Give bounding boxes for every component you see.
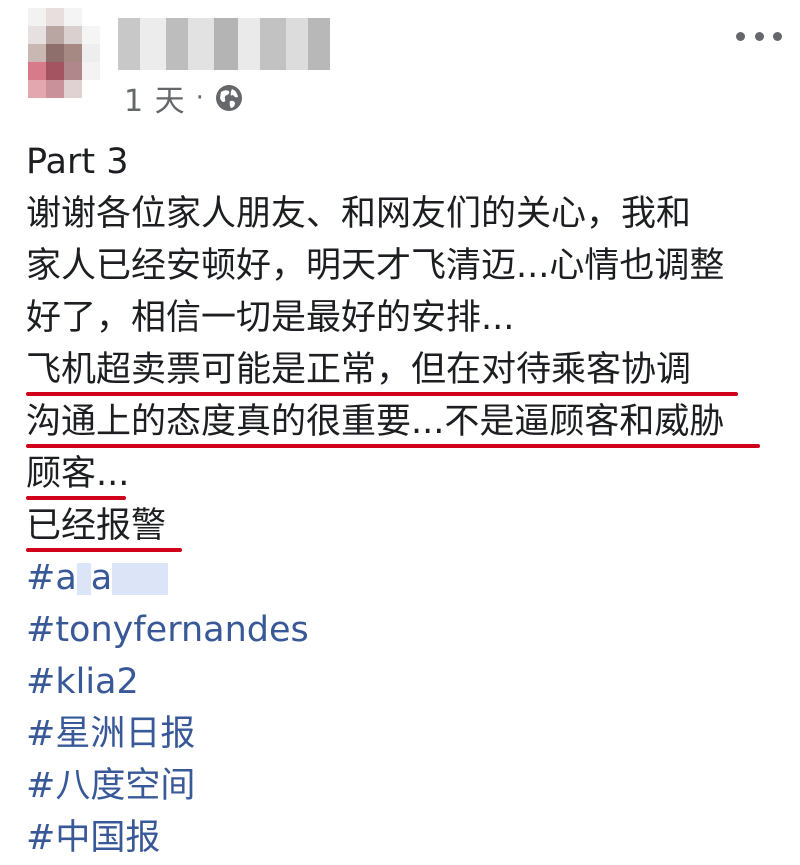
hashtag-text: a [90, 558, 113, 598]
redacted-block [112, 563, 169, 595]
post-meta: 1 天 · [124, 76, 244, 120]
hashtag-link[interactable]: #星洲日报 [26, 708, 786, 760]
hashtag-link[interactable]: #中国报 [26, 812, 786, 864]
hashtag-link[interactable]: #tonyfernandes [26, 604, 786, 656]
hashtag-link[interactable]: #八度空间 [26, 760, 786, 812]
underlined-line: 已经报警 [26, 500, 786, 552]
author-name-blurred[interactable] [118, 18, 330, 70]
underlined-line: 沟通上的态度真的很重要...不是逼顾客和威胁 [26, 396, 786, 448]
avatar[interactable] [28, 8, 100, 100]
post-line: 好了，相信一切是最好的安排... [26, 298, 515, 338]
post-body: Part 3 谢谢各位家人朋友、和网友们的关心，我和 家人已经安顿好，明天才飞清… [26, 136, 786, 864]
hashtag-link[interactable]: #a a [26, 552, 786, 604]
globe-icon[interactable] [214, 83, 244, 113]
post-line: 谢谢各位家人朋友、和网友们的关心，我和 [26, 194, 692, 234]
redacted-block [76, 563, 91, 595]
post-timestamp[interactable]: 1 天 [124, 76, 186, 120]
meta-separator: · [195, 83, 204, 113]
post-line: Part 3 [26, 142, 129, 182]
post-line: 家人已经安顿好，明天才飞清迈...心情也调整 [26, 246, 725, 286]
hashtag-text: #a [26, 558, 77, 598]
underlined-line: 飞机超卖票可能是正常，但在对待乘客协调 [26, 344, 786, 396]
more-options-icon[interactable] [736, 22, 782, 50]
hashtag-link[interactable]: #klia2 [26, 656, 786, 708]
underlined-line: 顾客... [26, 448, 786, 500]
